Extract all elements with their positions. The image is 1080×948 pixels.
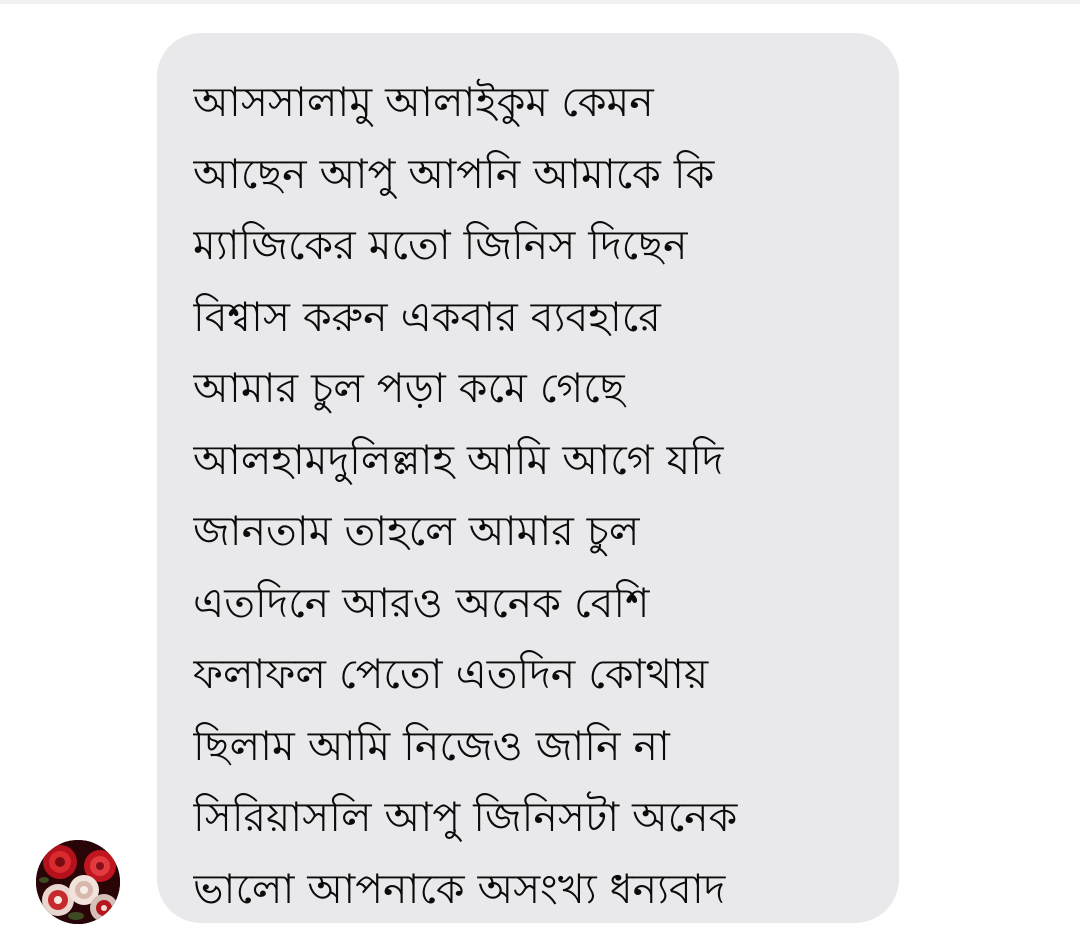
sender-avatar[interactable]	[36, 840, 120, 924]
message-line: আলহামদুলিল্লাহ আমি আগে যদি	[193, 435, 724, 484]
message-line: ভালো আপনাকে অসংখ্য ধন্যবাদ	[193, 864, 726, 913]
incoming-message-row: আসসালামু আলাইকুম কেমন আছেন আপু আপনি আমাক…	[0, 0, 1080, 948]
message-bubble[interactable]: আসসালামু আলাইকুম কেমন আছেন আপু আপনি আমাক…	[157, 33, 899, 923]
message-line: আছেন আপু আপনি আমাকে কি	[193, 149, 715, 198]
message-line: ছিলাম আমি নিজেও জানি না	[193, 721, 670, 770]
message-line: আসসালামু আলাইকুম কেমন	[193, 78, 654, 126]
rose-avatar-icon	[36, 840, 120, 924]
message-line: জানতাম তাহলে আমার চুল	[193, 507, 640, 555]
message-line: সিরিয়াসলি আপু জিনিসটা অনেক	[193, 793, 738, 841]
message-line: বিশ্বাস করুন একবার ব্যবহারে	[193, 292, 661, 341]
message-line: ফলাফল পেতো এতদিন কোথায়	[193, 650, 709, 698]
message-line: এতদিনে আরও অনেক বেশি	[193, 578, 650, 627]
message-line: আমার চুল পড়া কমে গেছে	[193, 364, 625, 412]
message-line: ম্যাজিকের মতো জিনিস দিছেন	[193, 221, 688, 269]
